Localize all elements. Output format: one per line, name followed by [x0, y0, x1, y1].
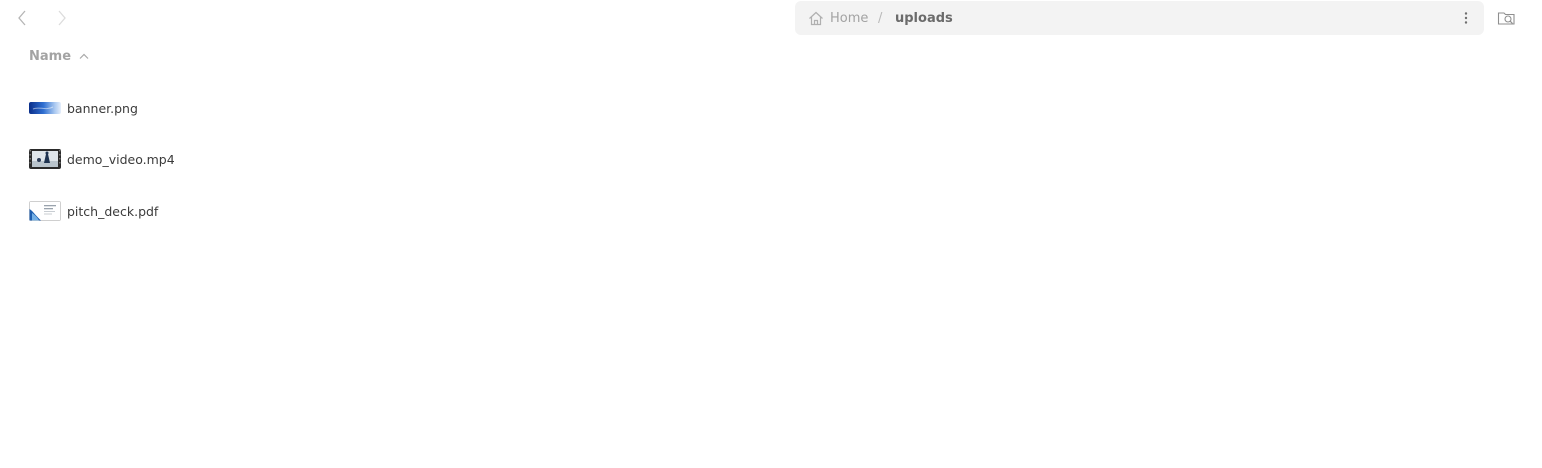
breadcrumb-separator: /: [878, 10, 883, 26]
search-folder-button[interactable]: [1496, 8, 1518, 28]
image-thumbnail: [29, 98, 61, 118]
breadcrumb-home[interactable]: Home: [808, 1, 868, 35]
path-bar: Home / uploads: [795, 1, 1484, 35]
file-row[interactable]: pitch_deck.pdf: [24, 191, 1518, 231]
file-name: banner.png: [67, 100, 138, 116]
file-name: pitch_deck.pdf: [67, 203, 159, 219]
forward-button[interactable]: [52, 8, 72, 28]
file-row[interactable]: demo_video.mp4: [24, 139, 1518, 179]
pdf-thumbnail: [29, 201, 61, 221]
video-thumbnail: [29, 149, 61, 169]
name-column-header[interactable]: Name: [29, 47, 89, 65]
back-button[interactable]: [12, 8, 32, 28]
chevron-left-icon: [18, 10, 26, 26]
chevron-right-icon: [58, 10, 66, 26]
breadcrumb-home-label: Home: [830, 10, 869, 26]
sort-ascending-icon: [79, 53, 89, 59]
file-name: demo_video.mp4: [67, 151, 175, 167]
vertical-dots-icon: [1464, 12, 1468, 24]
folder-search-icon: [1497, 12, 1515, 25]
home-icon: [809, 11, 823, 25]
name-column-label: Name: [29, 48, 72, 64]
breadcrumb-current-folder[interactable]: uploads: [895, 1, 953, 35]
file-row[interactable]: banner.png: [24, 88, 1518, 128]
path-menu-button[interactable]: [1458, 10, 1474, 26]
